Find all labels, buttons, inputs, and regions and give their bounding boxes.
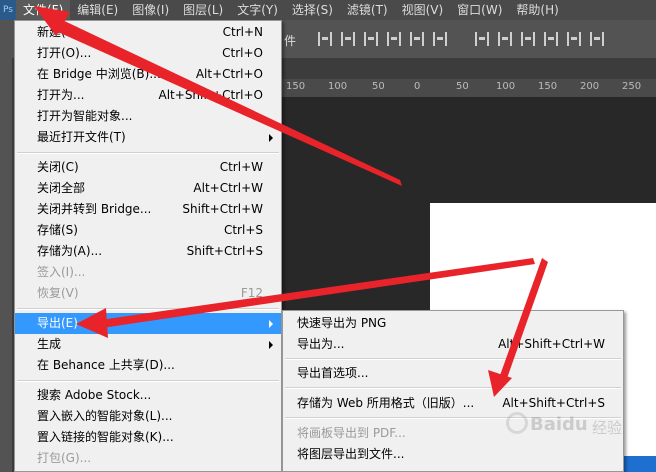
tools-panel[interactable] — [0, 58, 12, 472]
menu-window[interactable]: 窗口(W) — [450, 0, 509, 20]
distribute-bottom-icon[interactable] — [521, 32, 535, 46]
menu-image[interactable]: 图像(I) — [125, 0, 176, 20]
align-top-icon[interactable] — [318, 32, 332, 46]
menu-item-open-as-smart-object[interactable]: 打开为智能对象... — [15, 106, 281, 127]
menu-item-place-linked[interactable]: 置入链接的智能对象(K)... — [15, 427, 281, 448]
menu-separator — [285, 358, 621, 360]
align-left-icon[interactable] — [387, 32, 401, 46]
menu-item-package: 打包(G)... — [37, 451, 92, 465]
menu-item-open[interactable]: 打开(O)... Ctrl+O — [15, 43, 281, 64]
distribute-hcenter-icon[interactable] — [567, 32, 581, 46]
ruler-label: 50 — [372, 81, 385, 92]
menu-item-browse-in-bridge[interactable]: 在 Bridge 中浏览(B)... Alt+Ctrl+O — [15, 64, 281, 85]
export-submenu: 快速导出为 PNG 导出为... Alt+Shift+Ctrl+W 导出首选项..… — [282, 310, 624, 472]
menu-item-close-all[interactable]: 关闭全部 Alt+Ctrl+W — [15, 178, 281, 199]
menu-item-share-on-behance[interactable]: 在 Behance 上共享(D)... — [15, 355, 281, 376]
menu-item-save[interactable]: 存储(S) Ctrl+S — [15, 220, 281, 241]
align-buttons — [318, 32, 604, 46]
ruler-label: 100 — [496, 81, 516, 92]
menu-help[interactable]: 帮助(H) — [509, 0, 565, 20]
menu-edit[interactable]: 编辑(E) — [70, 0, 125, 20]
file-menu-dropdown: 新建(N)... Ctrl+N 打开(O)... Ctrl+O 在 Bridge 中… — [14, 20, 282, 472]
ruler-label: 50 — [456, 81, 469, 92]
paw-logo-icon — [506, 412, 528, 434]
app-logo-icon: Ps — [0, 0, 16, 20]
menu-bar: Ps 文件(F) 编辑(E) 图像(I) 图层(L) 文字(Y) 选择(S) 滤… — [0, 0, 656, 20]
menu-filter[interactable]: 滤镜(T) — [340, 0, 395, 20]
ruler-label: 0 — [414, 81, 421, 92]
menu-select[interactable]: 选择(S) — [285, 0, 340, 20]
menu-item-open-as[interactable]: 打开为... Alt+Shift+Ctrl+O — [15, 85, 281, 106]
submenu-arrow-icon — [269, 134, 273, 142]
submenu-arrow-icon — [269, 320, 273, 328]
menu-item-place-embedded[interactable]: 置入嵌入的智能对象(L)... — [15, 406, 281, 427]
distribute-right-icon[interactable] — [590, 32, 604, 46]
submenu-arrow-icon — [269, 341, 273, 349]
ruler-label: 150 — [286, 81, 306, 92]
menu-item-close-and-go-to-bridge[interactable]: 关闭并转到 Bridge... Shift+Ctrl+W — [15, 199, 281, 220]
distribute-vcenter-icon[interactable] — [498, 32, 512, 46]
distribute-left-icon[interactable] — [544, 32, 558, 46]
menu-file[interactable]: 文件(F) — [16, 0, 71, 20]
menu-separator — [285, 387, 621, 389]
menu-item-search-adobe-stock[interactable]: 搜索 Adobe Stock... — [15, 385, 281, 406]
baidu-watermark: Baidu 经验 — [496, 404, 626, 444]
submenu-item-export-preferences[interactable]: 导出首选项... — [283, 363, 623, 384]
distribute-top-icon[interactable] — [475, 32, 489, 46]
menu-view[interactable]: 视图(V) — [395, 0, 451, 20]
submenu-item-export-as[interactable]: 导出为... Alt+Shift+Ctrl+W — [283, 334, 623, 355]
align-right-icon[interactable] — [433, 32, 447, 46]
watermark-brand: Baidu — [530, 414, 588, 435]
horizontal-ruler[interactable]: 150 100 50 0 50 100 150 200 250 — [282, 79, 656, 98]
menu-item-open-recent[interactable]: 最近打开文件(T) — [15, 127, 281, 148]
panel-edge — [624, 456, 656, 472]
align-vcenter-icon[interactable] — [341, 32, 355, 46]
menu-item-check-in: 签入(I)... — [37, 265, 86, 279]
menu-item-generate[interactable]: 生成 — [15, 334, 281, 355]
ruler-label: 250 — [622, 81, 642, 92]
menu-type[interactable]: 文字(Y) — [230, 0, 285, 20]
menu-separator — [17, 152, 279, 154]
submenu-item-quick-export-png[interactable]: 快速导出为 PNG — [283, 313, 623, 334]
menu-separator — [17, 308, 279, 310]
submenu-item-layers-to-files[interactable]: 将图层导出到文件... — [283, 444, 623, 465]
ruler-label: 150 — [538, 81, 558, 92]
menu-item-revert: 恢复(V) F12 — [37, 286, 263, 300]
options-text: 件 — [284, 34, 297, 48]
menu-item-save-as[interactable]: 存储为(A)... Shift+Ctrl+S — [15, 241, 281, 262]
menu-separator — [17, 380, 279, 382]
ruler-label: 100 — [328, 81, 348, 92]
align-hcenter-icon[interactable] — [410, 32, 424, 46]
ruler-label: 200 — [580, 81, 600, 92]
menu-item-close[interactable]: 关闭(C) Ctrl+W — [15, 157, 281, 178]
align-bottom-icon[interactable] — [364, 32, 378, 46]
menu-item-new[interactable]: 新建(N)... Ctrl+N — [15, 22, 281, 43]
watermark-suffix: 经验 — [592, 419, 623, 437]
menu-item-export[interactable]: 导出(E) — [15, 313, 281, 334]
menu-layer[interactable]: 图层(L) — [176, 0, 230, 20]
